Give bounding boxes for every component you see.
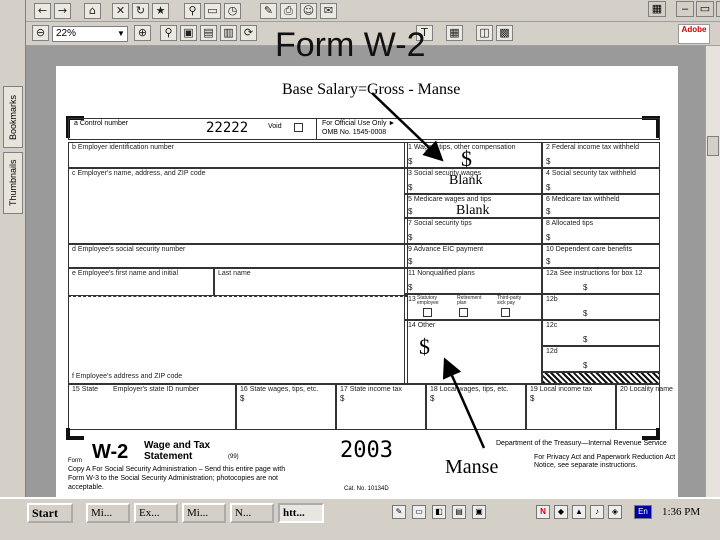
quicklaunch-icon[interactable]: ▤ <box>452 505 466 519</box>
quicklaunch-icon[interactable]: ▭ <box>412 505 426 519</box>
tray-icon[interactable]: ◆ <box>554 505 568 519</box>
task-mi-1[interactable]: Mi... <box>86 503 130 523</box>
task-browser[interactable]: htt... <box>278 503 324 523</box>
quicklaunch-icon[interactable]: ▣ <box>472 505 486 519</box>
clock: 1:36 PM <box>662 506 701 518</box>
taskbar: Start Mi... Ex... Mi... N... htt... ✎ ▭ … <box>0 497 720 540</box>
quicklaunch-icon[interactable]: ✎ <box>392 505 406 519</box>
start-button[interactable]: Start <box>27 503 73 523</box>
task-netscape[interactable]: N... <box>230 503 274 523</box>
language-indicator[interactable]: En <box>634 505 652 519</box>
volume-icon[interactable]: ♪ <box>590 505 604 519</box>
task-mi-2[interactable]: Mi... <box>182 503 226 523</box>
tray-icon[interactable]: ▲ <box>572 505 586 519</box>
quicklaunch-icon[interactable]: ◧ <box>432 505 446 519</box>
annotation-arrows <box>371 92 486 449</box>
task-excel[interactable]: Ex... <box>134 503 178 523</box>
tray-icon[interactable]: ◈ <box>608 505 622 519</box>
arrow-to-wages <box>371 92 444 162</box>
arrow-to-box-14 <box>442 357 486 449</box>
norton-icon[interactable]: N <box>536 505 550 519</box>
